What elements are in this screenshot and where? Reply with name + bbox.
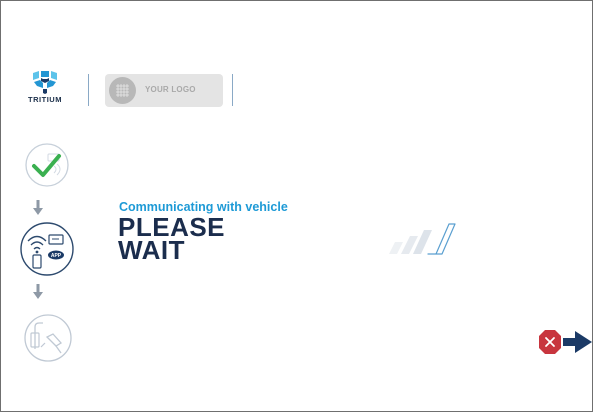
tritium-logo-icon bbox=[33, 71, 57, 94]
divider bbox=[232, 74, 233, 106]
page-title: PLEASE WAIT bbox=[118, 214, 225, 265]
tritium-logo: TRITIUM bbox=[23, 70, 67, 120]
cancel-exit-icon bbox=[539, 330, 592, 354]
step-authorize bbox=[24, 142, 70, 188]
logo-placeholder-icon bbox=[109, 77, 136, 104]
partner-logo-label: YOUR LOGO bbox=[145, 85, 196, 94]
step-authenticate: APP bbox=[19, 221, 75, 277]
divider bbox=[88, 74, 89, 106]
app-badge: APP bbox=[51, 253, 62, 259]
charger-screen: TRITIUM YOUR LOGO APP Communicating with… bbox=[0, 0, 593, 412]
arrow-down-icon bbox=[33, 284, 43, 299]
partner-logo-placeholder: YOUR LOGO bbox=[105, 74, 223, 107]
progress-slashes-icon bbox=[389, 223, 456, 255]
rfid-app-circle-icon: APP bbox=[20, 222, 74, 276]
cancel-button[interactable] bbox=[537, 328, 592, 358]
headline-line-2: WAIT bbox=[118, 235, 185, 265]
step-plug-in bbox=[23, 313, 73, 363]
checkmark-circle-icon bbox=[25, 143, 69, 187]
brand-name: TRITIUM bbox=[28, 95, 62, 104]
arrow-down-icon bbox=[33, 200, 43, 215]
plug-connector-circle-icon bbox=[24, 314, 72, 362]
